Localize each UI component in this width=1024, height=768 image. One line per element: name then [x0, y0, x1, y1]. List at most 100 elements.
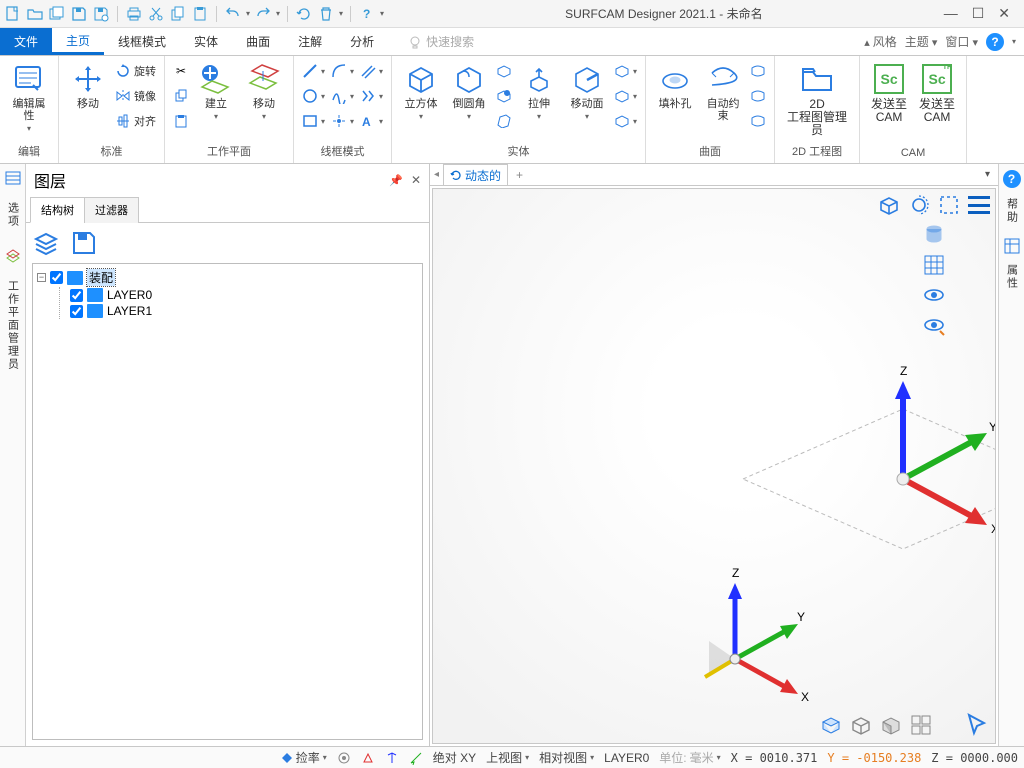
save-as-icon[interactable] — [92, 5, 110, 23]
status-abs[interactable]: 绝对 XY — [433, 749, 476, 766]
panel-tab-filter[interactable]: 过滤器 — [84, 197, 139, 223]
window-dropdown[interactable]: 窗口 ▾ — [945, 33, 978, 50]
help-badge-icon[interactable]: ? — [1003, 170, 1021, 188]
edit-attributes-button[interactable]: 编辑属性▾ — [6, 60, 52, 135]
shaded-view-icon[interactable] — [879, 713, 903, 737]
tree-root[interactable]: − 装配 — [37, 268, 418, 287]
arc-tool[interactable]: ▾ — [329, 60, 356, 82]
rect-tool[interactable]: ▾ — [300, 110, 327, 132]
tab-wireframe[interactable]: 线框模式 — [104, 28, 180, 55]
move-plane-button[interactable]: 移动▾ — [241, 60, 287, 123]
help-bubble-icon[interactable]: ? — [986, 33, 1004, 51]
status-toggle-2[interactable] — [361, 751, 375, 765]
right-tab-help[interactable]: 帮助 — [1002, 194, 1022, 228]
status-units[interactable]: 单位: 毫米 ▾ — [659, 749, 720, 766]
wp-small1[interactable]: ✂ — [171, 60, 191, 82]
status-topview[interactable]: 上视图 ▾ — [486, 749, 529, 766]
tab-file[interactable]: 文件 — [0, 28, 52, 55]
eye-icon-1[interactable] — [922, 283, 946, 307]
properties-rail-icon[interactable] — [1004, 238, 1020, 254]
status-toggle-3[interactable] — [385, 751, 399, 765]
menu-icon[interactable] — [967, 193, 991, 217]
drawing-manager-button[interactable]: 2D工程图管理员 — [781, 60, 853, 140]
moveface-button[interactable]: 移动面▾ — [564, 60, 610, 123]
tab-solid[interactable]: 实体 — [180, 28, 232, 55]
send-to-cam-2[interactable]: ScTR 发送至CAM — [914, 60, 960, 126]
redo-icon[interactable] — [254, 5, 272, 23]
surf-s2[interactable] — [748, 85, 768, 107]
vtab-prev[interactable]: ◂ — [434, 169, 439, 180]
root-checkbox[interactable] — [50, 271, 63, 284]
undo-icon[interactable] — [224, 5, 242, 23]
theme-dropdown[interactable]: 主题 ▾ — [905, 33, 938, 50]
view-tab-menu[interactable]: ▾ — [985, 169, 994, 180]
save-icon[interactable] — [70, 5, 88, 23]
rotate-button[interactable]: 旋转 — [113, 60, 158, 82]
cut-icon[interactable] — [147, 5, 165, 23]
new-icon[interactable] — [4, 5, 22, 23]
solid-s2[interactable] — [494, 85, 514, 107]
refresh-icon[interactable] — [295, 5, 313, 23]
status-toggle-4[interactable] — [409, 751, 423, 765]
multiview-icon[interactable] — [909, 713, 933, 737]
tab-analysis[interactable]: 分析 — [336, 28, 388, 55]
save-all-icon[interactable] — [48, 5, 66, 23]
quick-search[interactable]: 快速搜索 — [408, 28, 474, 55]
layer-checkbox[interactable] — [70, 305, 83, 318]
help-bubble-dropdown[interactable]: ▾ — [1012, 37, 1016, 46]
cylinder-icon[interactable] — [922, 223, 946, 247]
wp-small3[interactable] — [171, 110, 191, 132]
status-snap[interactable]: 捡率 ▾ — [281, 749, 327, 766]
cube-button[interactable]: 立方体▾ — [398, 60, 444, 123]
redo-dropdown[interactable]: ▾ — [276, 9, 280, 18]
eye-icon-2[interactable] — [922, 313, 946, 337]
surf-s1[interactable] — [748, 60, 768, 82]
circle-tool[interactable]: ▾ — [300, 85, 327, 107]
surf-s3[interactable] — [748, 110, 768, 132]
viewport-tab-dynamic[interactable]: 动态的 — [443, 164, 508, 186]
fill-hole-button[interactable]: 填补孔 — [652, 60, 698, 112]
tab-home[interactable]: 主页 — [52, 28, 104, 55]
pin-icon[interactable]: 📌 — [389, 174, 403, 187]
move-button[interactable]: 移动 — [65, 60, 111, 112]
minimize-button[interactable]: — — [944, 5, 958, 22]
maximize-button[interactable]: ☐ — [972, 5, 985, 22]
solid-s3[interactable] — [494, 110, 514, 132]
tab-annotation[interactable]: 注解 — [284, 28, 336, 55]
options-icon[interactable] — [5, 170, 21, 186]
layer-checkbox[interactable] — [70, 289, 83, 302]
status-layer[interactable]: LAYER0 — [604, 751, 649, 765]
spline-tool[interactable]: ▾ — [329, 85, 356, 107]
tree-node-layer0[interactable]: LAYER0 — [70, 287, 418, 303]
wp-manager-icon[interactable] — [5, 248, 21, 264]
layers-stack-icon[interactable] — [32, 229, 60, 257]
paste-icon[interactable] — [191, 5, 209, 23]
panel-tab-tree[interactable]: 结构树 — [30, 197, 85, 223]
offset-tool[interactable]: ▾ — [358, 85, 385, 107]
send-to-cam-1[interactable]: Sc 发送至CAM — [866, 60, 912, 126]
mirror-button[interactable]: 镜像 — [113, 85, 158, 107]
viewcube-icon[interactable] — [877, 193, 901, 217]
solid-s4[interactable]: ▾ — [612, 60, 639, 82]
auto-constrain-button[interactable]: 自动约束 — [700, 60, 746, 124]
cursor-icon[interactable] — [965, 713, 989, 737]
align-button[interactable]: 对齐 — [113, 110, 158, 132]
add-view-tab[interactable]: + — [516, 168, 523, 182]
right-tab-properties[interactable]: 属性 — [1002, 260, 1022, 294]
wp-small2[interactable] — [171, 85, 191, 107]
left-tab-wp-manager[interactable]: 工作平面管理员 — [3, 274, 23, 377]
copy-icon[interactable] — [169, 5, 187, 23]
save-layers-icon[interactable] — [70, 229, 98, 257]
wireframe-view-icon[interactable] — [849, 713, 873, 737]
status-relview[interactable]: 相对视图 ▾ — [539, 749, 594, 766]
style-dropdown[interactable]: ▴ 风格 — [864, 33, 897, 50]
extrude-button[interactable]: 拉伸▾ — [516, 60, 562, 123]
fillet-button[interactable]: 倒圆角▾ — [446, 60, 492, 123]
undo-dropdown[interactable]: ▾ — [246, 9, 250, 18]
solid-s5[interactable]: ▾ — [612, 85, 639, 107]
open-icon[interactable] — [26, 5, 44, 23]
print-icon[interactable] — [125, 5, 143, 23]
close-panel-icon[interactable]: ✕ — [411, 173, 421, 187]
left-tab-options[interactable]: 选项 — [3, 196, 23, 234]
tree-node-layer1[interactable]: LAYER1 — [70, 303, 418, 319]
